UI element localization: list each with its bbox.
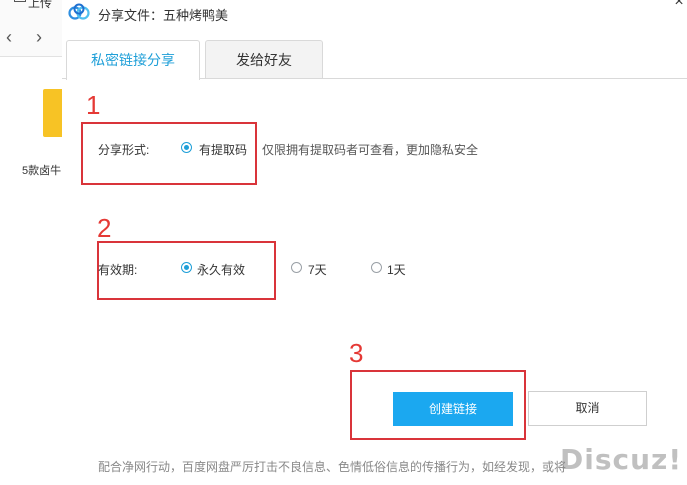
discuz-watermark: Discuz!	[560, 443, 683, 476]
radio-extraction-code[interactable]	[181, 142, 192, 153]
permanent-label[interactable]: 永久有效	[197, 261, 245, 278]
cancel-button[interactable]: 取消	[528, 391, 647, 426]
folder-icon[interactable]	[43, 89, 62, 137]
tab-private-link[interactable]: 私密链接分享	[66, 40, 200, 80]
seven-days-label[interactable]: 7天	[308, 261, 327, 278]
step-number-3: 3	[349, 338, 364, 368]
dialog-title-bar: 分享文件：五种烤鸭美 ×	[62, 0, 687, 26]
radio-permanent[interactable]	[181, 262, 192, 273]
validity-label: 有效期:	[98, 263, 138, 277]
background-app-panel: 上传 ‹ › 5款卤牛	[0, 0, 63, 485]
dialog-content: 1 分享形式: 有提取码 仅限拥有提取码者可查看，更加隐私安全 2 有效期: 永…	[62, 79, 687, 485]
tab-bar: 私密链接分享 发给好友	[62, 38, 687, 80]
upload-button[interactable]: 上传	[14, 0, 52, 11]
folder-label[interactable]: 5款卤牛	[22, 162, 61, 178]
share-form-label: 分享形式:	[98, 143, 150, 157]
dialog-title: 分享文件：五种烤鸭美	[98, 8, 229, 23]
radio-7-days[interactable]	[291, 262, 302, 273]
radio-1-day[interactable]	[371, 262, 382, 273]
share-dialog: 分享文件：五种烤鸭美 × 私密链接分享 发给好友 1 分享形式: 有提取码 仅限…	[62, 0, 687, 485]
step-number-2: 2	[97, 213, 112, 243]
extraction-code-label[interactable]: 有提取码	[199, 141, 247, 158]
create-link-button[interactable]: 创建链接	[393, 392, 513, 426]
share-form-hint: 仅限拥有提取码者可查看，更加隐私安全	[262, 143, 479, 157]
upload-icon	[14, 0, 26, 2]
forward-icon[interactable]: ›	[36, 28, 42, 46]
back-icon[interactable]: ‹	[6, 28, 12, 46]
close-icon[interactable]: ×	[671, 0, 687, 12]
baidu-netdisk-logo-icon	[68, 3, 90, 20]
step-number-1: 1	[86, 90, 101, 120]
tab-send-to-friend[interactable]: 发给好友	[205, 40, 323, 78]
upload-label: 上传	[28, 0, 53, 10]
one-day-label[interactable]: 1天	[387, 261, 406, 278]
footer-notice: 配合净网行动，百度网盘严厉打击不良信息、色情低俗信息的传播行为，如经发现，或将	[98, 460, 567, 474]
